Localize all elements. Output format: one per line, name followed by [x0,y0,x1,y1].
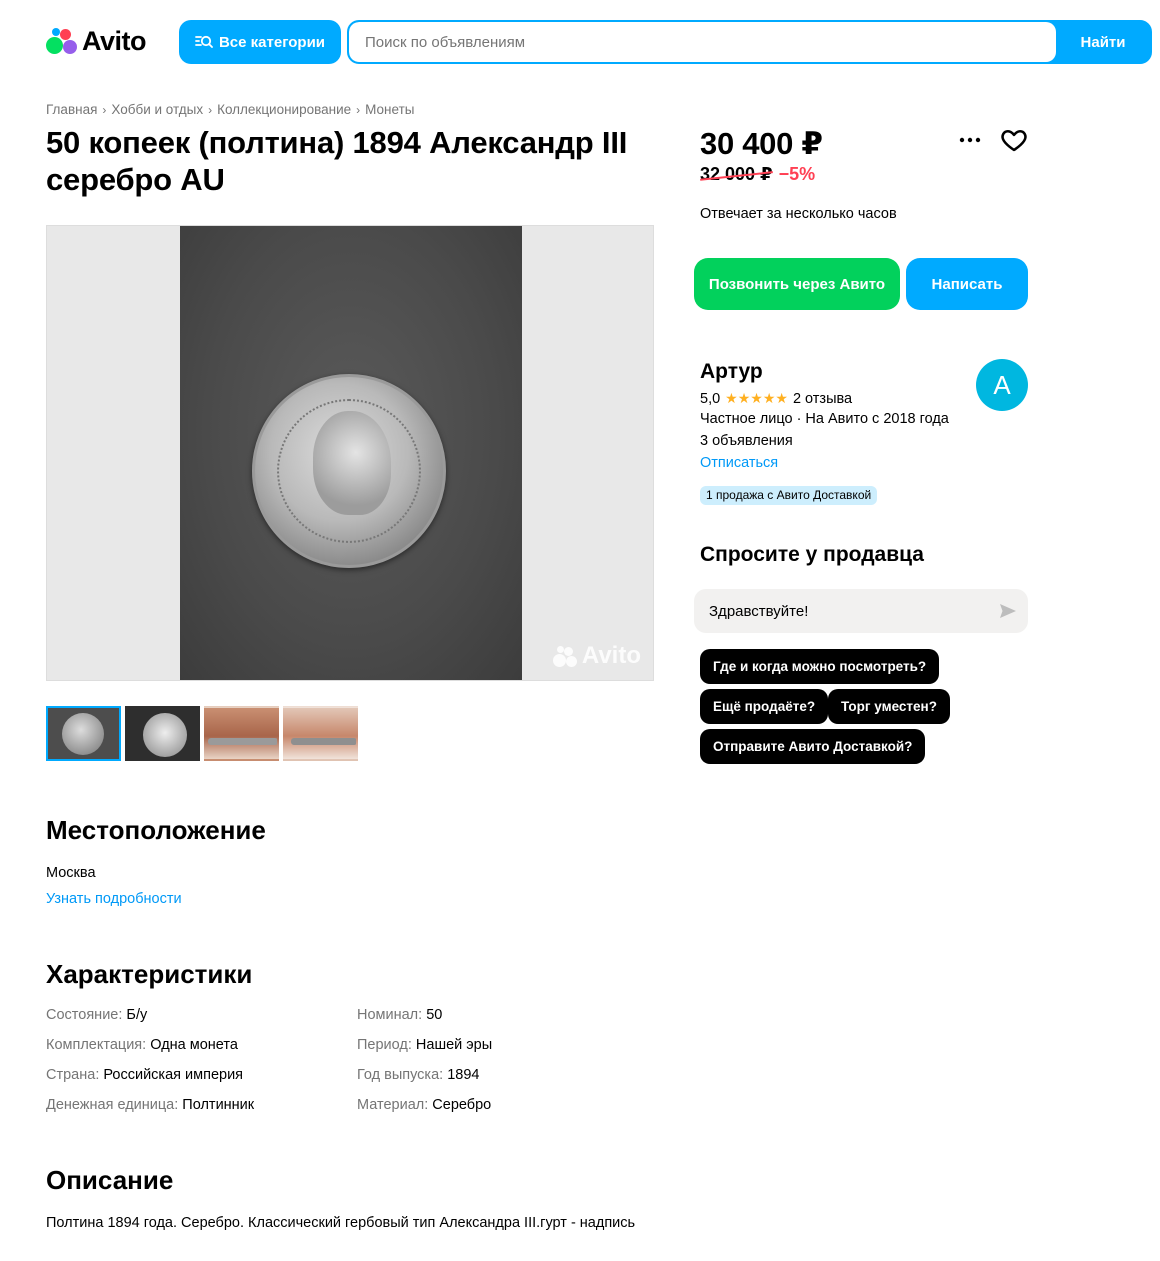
discount-badge: −5% [778,164,816,184]
spec-item: Состояние: Б/у [46,1007,148,1023]
send-icon[interactable] [988,589,1028,633]
response-time: Отвечает за несколько часов [700,206,897,222]
logo-dots-icon [46,26,78,56]
watermark-dots-icon [552,645,579,667]
thumbnail[interactable] [125,706,200,761]
photo-watermark: Avito [552,642,641,670]
categories-search-icon [195,35,213,48]
main-photo[interactable]: Avito [46,225,654,681]
spec-item: Комплектация: Одна монета [46,1037,238,1053]
coin-photo [180,226,522,680]
thumbnail[interactable] [283,706,358,761]
spec-item: Год выпуска: 1894 [357,1067,480,1083]
quick-question-chip[interactable]: Где и когда можно посмотреть? [700,649,940,684]
write-button[interactable]: Написать [906,258,1028,310]
spec-item: Период: Нашей эры [357,1037,493,1053]
thumbnail[interactable] [204,706,279,761]
ask-seller-title: Спросите у продавца [700,543,924,566]
favorite-heart-icon[interactable] [1000,126,1028,154]
location-city: Москва [46,865,96,881]
ask-message-input[interactable] [694,602,988,620]
chevron-right-icon: › [208,102,213,117]
coin-image [252,374,446,568]
photo-side-right [522,226,653,680]
breadcrumb-coins[interactable]: Монеты [365,102,414,117]
delivery-badge: 1 продажа с Авито Доставкой [700,486,878,505]
search-input[interactable] [349,22,1056,62]
quick-question-chip[interactable]: Торг уместен? [828,689,950,724]
coin-portrait [313,411,391,515]
seller-rating: 5,0 ★★★★★ 2 отзыва [700,390,852,407]
all-categories-label: Все категории [218,33,326,51]
seller-type: Частное лицо · На Авито с 2018 года [700,411,949,427]
search-button[interactable]: Найти [1056,22,1150,62]
thumbnail[interactable] [46,706,121,761]
rating-value: 5,0 [700,390,721,407]
more-options-icon[interactable] [957,128,983,152]
breadcrumb-hobby[interactable]: Хобби и отдых [111,102,203,117]
search-bar: Найти [347,20,1152,64]
avito-logo[interactable]: Avito [46,25,147,56]
logo-text: Avito [82,25,147,56]
all-categories-button[interactable]: Все категории [179,20,341,64]
location-details-link[interactable]: Узнать подробности [46,891,182,907]
spec-item: Материал: Серебро [357,1097,492,1113]
quick-question-chip[interactable]: Отправите Авито Доставкой? [700,729,926,764]
breadcrumb-home[interactable]: Главная [46,102,97,117]
chevron-right-icon: › [102,102,107,117]
thumbnail-strip [46,706,358,761]
breadcrumb-collecting[interactable]: Коллекционирование [217,102,351,117]
photo-side-left [47,226,180,680]
spec-item: Страна: Российская империя [46,1067,244,1083]
description-text: Полтина 1894 года. Серебро. Классический… [46,1215,636,1231]
breadcrumb: Главная › Хобби и отдых › Коллекциониров… [46,102,414,117]
rating-stars-icon: ★★★★★ [725,390,788,406]
chevron-right-icon: › [356,102,361,117]
seller-listings-count[interactable]: 3 объявления [700,433,793,449]
listing-title: 50 копеек (полтина) 1894 Александр III с… [46,125,628,197]
specs-title: Характеристики [46,959,253,989]
ask-input-container [694,589,1028,633]
description-title: Описание [46,1165,174,1195]
call-button[interactable]: Позвонить через Авито [694,258,900,310]
seller-name[interactable]: Артур [700,360,763,384]
spec-item: Денежная единица: Полтинник [46,1097,255,1113]
old-price-block: 32 000 ₽ −5% [700,164,815,185]
old-price: 32 000 ₽ [700,164,773,184]
price: 30 400 ₽ [700,126,823,161]
location-title: Местоположение [46,815,266,845]
quick-question-chip[interactable]: Ещё продаёте? [700,689,829,724]
reviews-link[interactable]: 2 отзыва [793,391,852,407]
spec-item: Номинал: 50 [357,1007,443,1023]
watermark-text: Avito [581,642,641,669]
avatar[interactable]: А [976,359,1028,411]
unsubscribe-link[interactable]: Отписаться [700,455,778,471]
